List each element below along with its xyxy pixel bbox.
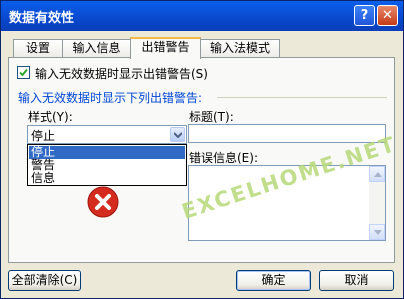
style-label: 样式(Y): bbox=[28, 110, 73, 124]
scroll-down-button[interactable] bbox=[369, 224, 385, 240]
tab-input-message[interactable]: 输入信息 bbox=[62, 39, 131, 58]
arrow-down-icon bbox=[374, 230, 382, 235]
error-stop-icon bbox=[87, 186, 119, 218]
close-button[interactable]: ✕ bbox=[377, 5, 398, 26]
show-alert-checkbox[interactable] bbox=[17, 66, 30, 79]
clear-all-button[interactable]: 全部清除(C) bbox=[8, 270, 81, 291]
message-label: 错误信息(E): bbox=[189, 151, 258, 165]
style-option-information[interactable]: 信息 bbox=[29, 172, 185, 185]
show-alert-label[interactable]: 输入无效数据时显示出错警告(S) bbox=[35, 65, 208, 82]
group-divider bbox=[217, 97, 387, 98]
cancel-button[interactable]: 取消 bbox=[319, 270, 394, 291]
tab-error-alert[interactable]: 出错警告 bbox=[130, 37, 201, 59]
style-options-list: 停止 警告 信息 bbox=[27, 144, 187, 186]
tab-ime-mode[interactable]: 输入法模式 bbox=[200, 39, 280, 58]
group-label: 输入无效数据时显示下列出错警告: bbox=[18, 91, 203, 105]
arrow-up-icon bbox=[374, 172, 382, 177]
title-input[interactable] bbox=[188, 124, 386, 143]
title-label: 标题(T): bbox=[189, 110, 234, 124]
message-scrollbar[interactable] bbox=[369, 166, 385, 240]
scroll-up-button[interactable] bbox=[369, 166, 385, 182]
style-dropdown[interactable]: 停止 bbox=[27, 125, 187, 144]
help-button[interactable]: ? bbox=[354, 5, 375, 26]
checkmark-icon bbox=[19, 68, 28, 77]
data-validation-dialog: 数据有效性 ? ✕ 设置 输入信息 出错警告 输入法模式 输入无效数据时显示出错… bbox=[0, 0, 404, 299]
tab-settings[interactable]: 设置 bbox=[13, 39, 63, 58]
dialog-title: 数据有效性 bbox=[9, 11, 75, 26]
chevron-down-icon bbox=[174, 132, 182, 138]
title-bar[interactable]: 数据有效性 ? ✕ bbox=[1, 1, 403, 31]
ok-button[interactable]: 确定 bbox=[236, 270, 311, 291]
dropdown-button[interactable] bbox=[170, 127, 185, 142]
style-selected-value: 停止 bbox=[31, 129, 56, 143]
